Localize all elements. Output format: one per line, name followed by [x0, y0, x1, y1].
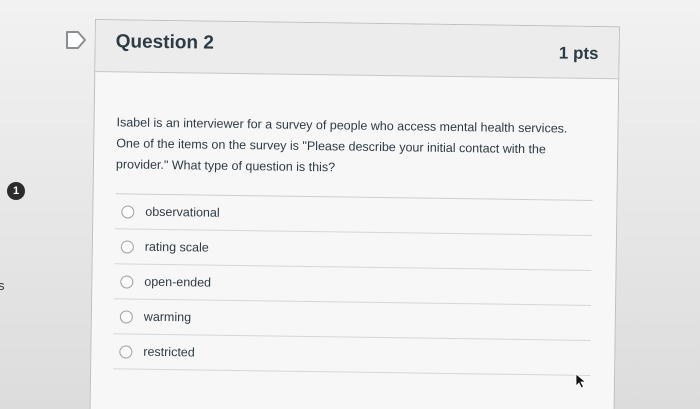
- radio-button[interactable]: [119, 309, 133, 324]
- edge-letter: s: [0, 278, 5, 293]
- radio-button[interactable]: [120, 239, 134, 254]
- answer-list: observational rating scale open-ended wa…: [113, 193, 593, 376]
- question-points: 1 pts: [558, 43, 599, 64]
- answer-label: rating scale: [144, 239, 209, 255]
- flag-question-icon[interactable]: [64, 29, 88, 51]
- question-card: Question 2 1 pts Isabel is an interviewe…: [89, 19, 620, 409]
- answer-option-restricted[interactable]: restricted: [113, 334, 591, 376]
- question-body: Isabel is an interviewer for a survey of…: [91, 72, 618, 376]
- answer-label: open-ended: [144, 274, 212, 290]
- radio-button[interactable]: [120, 274, 134, 289]
- mouse-pointer-icon: [575, 373, 587, 389]
- radio-button[interactable]: [121, 204, 135, 219]
- question-header: Question 2 1 pts: [95, 20, 619, 80]
- answer-label: warming: [143, 309, 192, 325]
- radio-button[interactable]: [119, 344, 133, 359]
- quiz-screen: s 1 Question 2 1 pts Isabel is an interv…: [0, 0, 700, 409]
- question-title: Question 2: [115, 31, 215, 54]
- question-text: Isabel is an interviewer for a survey of…: [115, 115, 568, 175]
- answer-label: restricted: [143, 344, 195, 360]
- question-number-badge[interactable]: 1: [7, 182, 25, 200]
- answer-label: observational: [145, 204, 220, 220]
